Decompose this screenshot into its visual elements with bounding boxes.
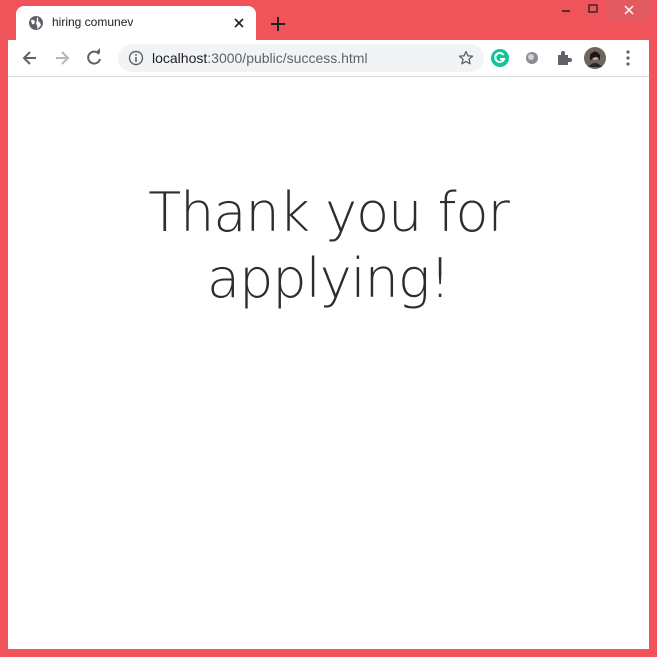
address-bar[interactable]: localhost:3000/public/success.html [118,44,484,72]
browser-window: hiring comunev localhost:3000/public/suc… [0,0,657,657]
reload-button[interactable] [84,48,104,68]
heading-line-1: Thank you for [148,181,510,244]
tab-strip: hiring comunev [0,0,657,40]
forward-button[interactable] [52,48,72,68]
puzzle-icon[interactable] [554,48,574,68]
url-host: localhost [152,50,208,66]
info-icon[interactable] [128,50,144,66]
kebab-menu-icon[interactable] [618,48,638,68]
maximize-button[interactable] [580,0,606,22]
tab-title: hiring comunev [52,15,134,29]
avatar[interactable] [584,47,606,69]
tab-active[interactable]: hiring comunev [16,6,256,40]
close-tab-icon[interactable] [231,15,247,31]
star-icon[interactable] [458,50,474,66]
close-window-button[interactable] [606,0,652,22]
grammarly-icon[interactable] [490,48,510,68]
back-button[interactable] [20,48,40,68]
extension-icon[interactable] [522,48,542,68]
globe-icon [29,16,43,30]
toolbar: localhost:3000/public/success.html [8,40,649,77]
minimize-button[interactable] [554,0,578,22]
url-text[interactable]: localhost:3000/public/success.html [152,50,368,66]
page-heading: Thank you for applying! [8,180,649,312]
heading-line-2: applying! [207,247,451,310]
url-path: :3000/public/success.html [207,50,368,66]
page-content: Thank you for applying! [8,77,649,649]
new-tab-button[interactable] [268,14,288,34]
